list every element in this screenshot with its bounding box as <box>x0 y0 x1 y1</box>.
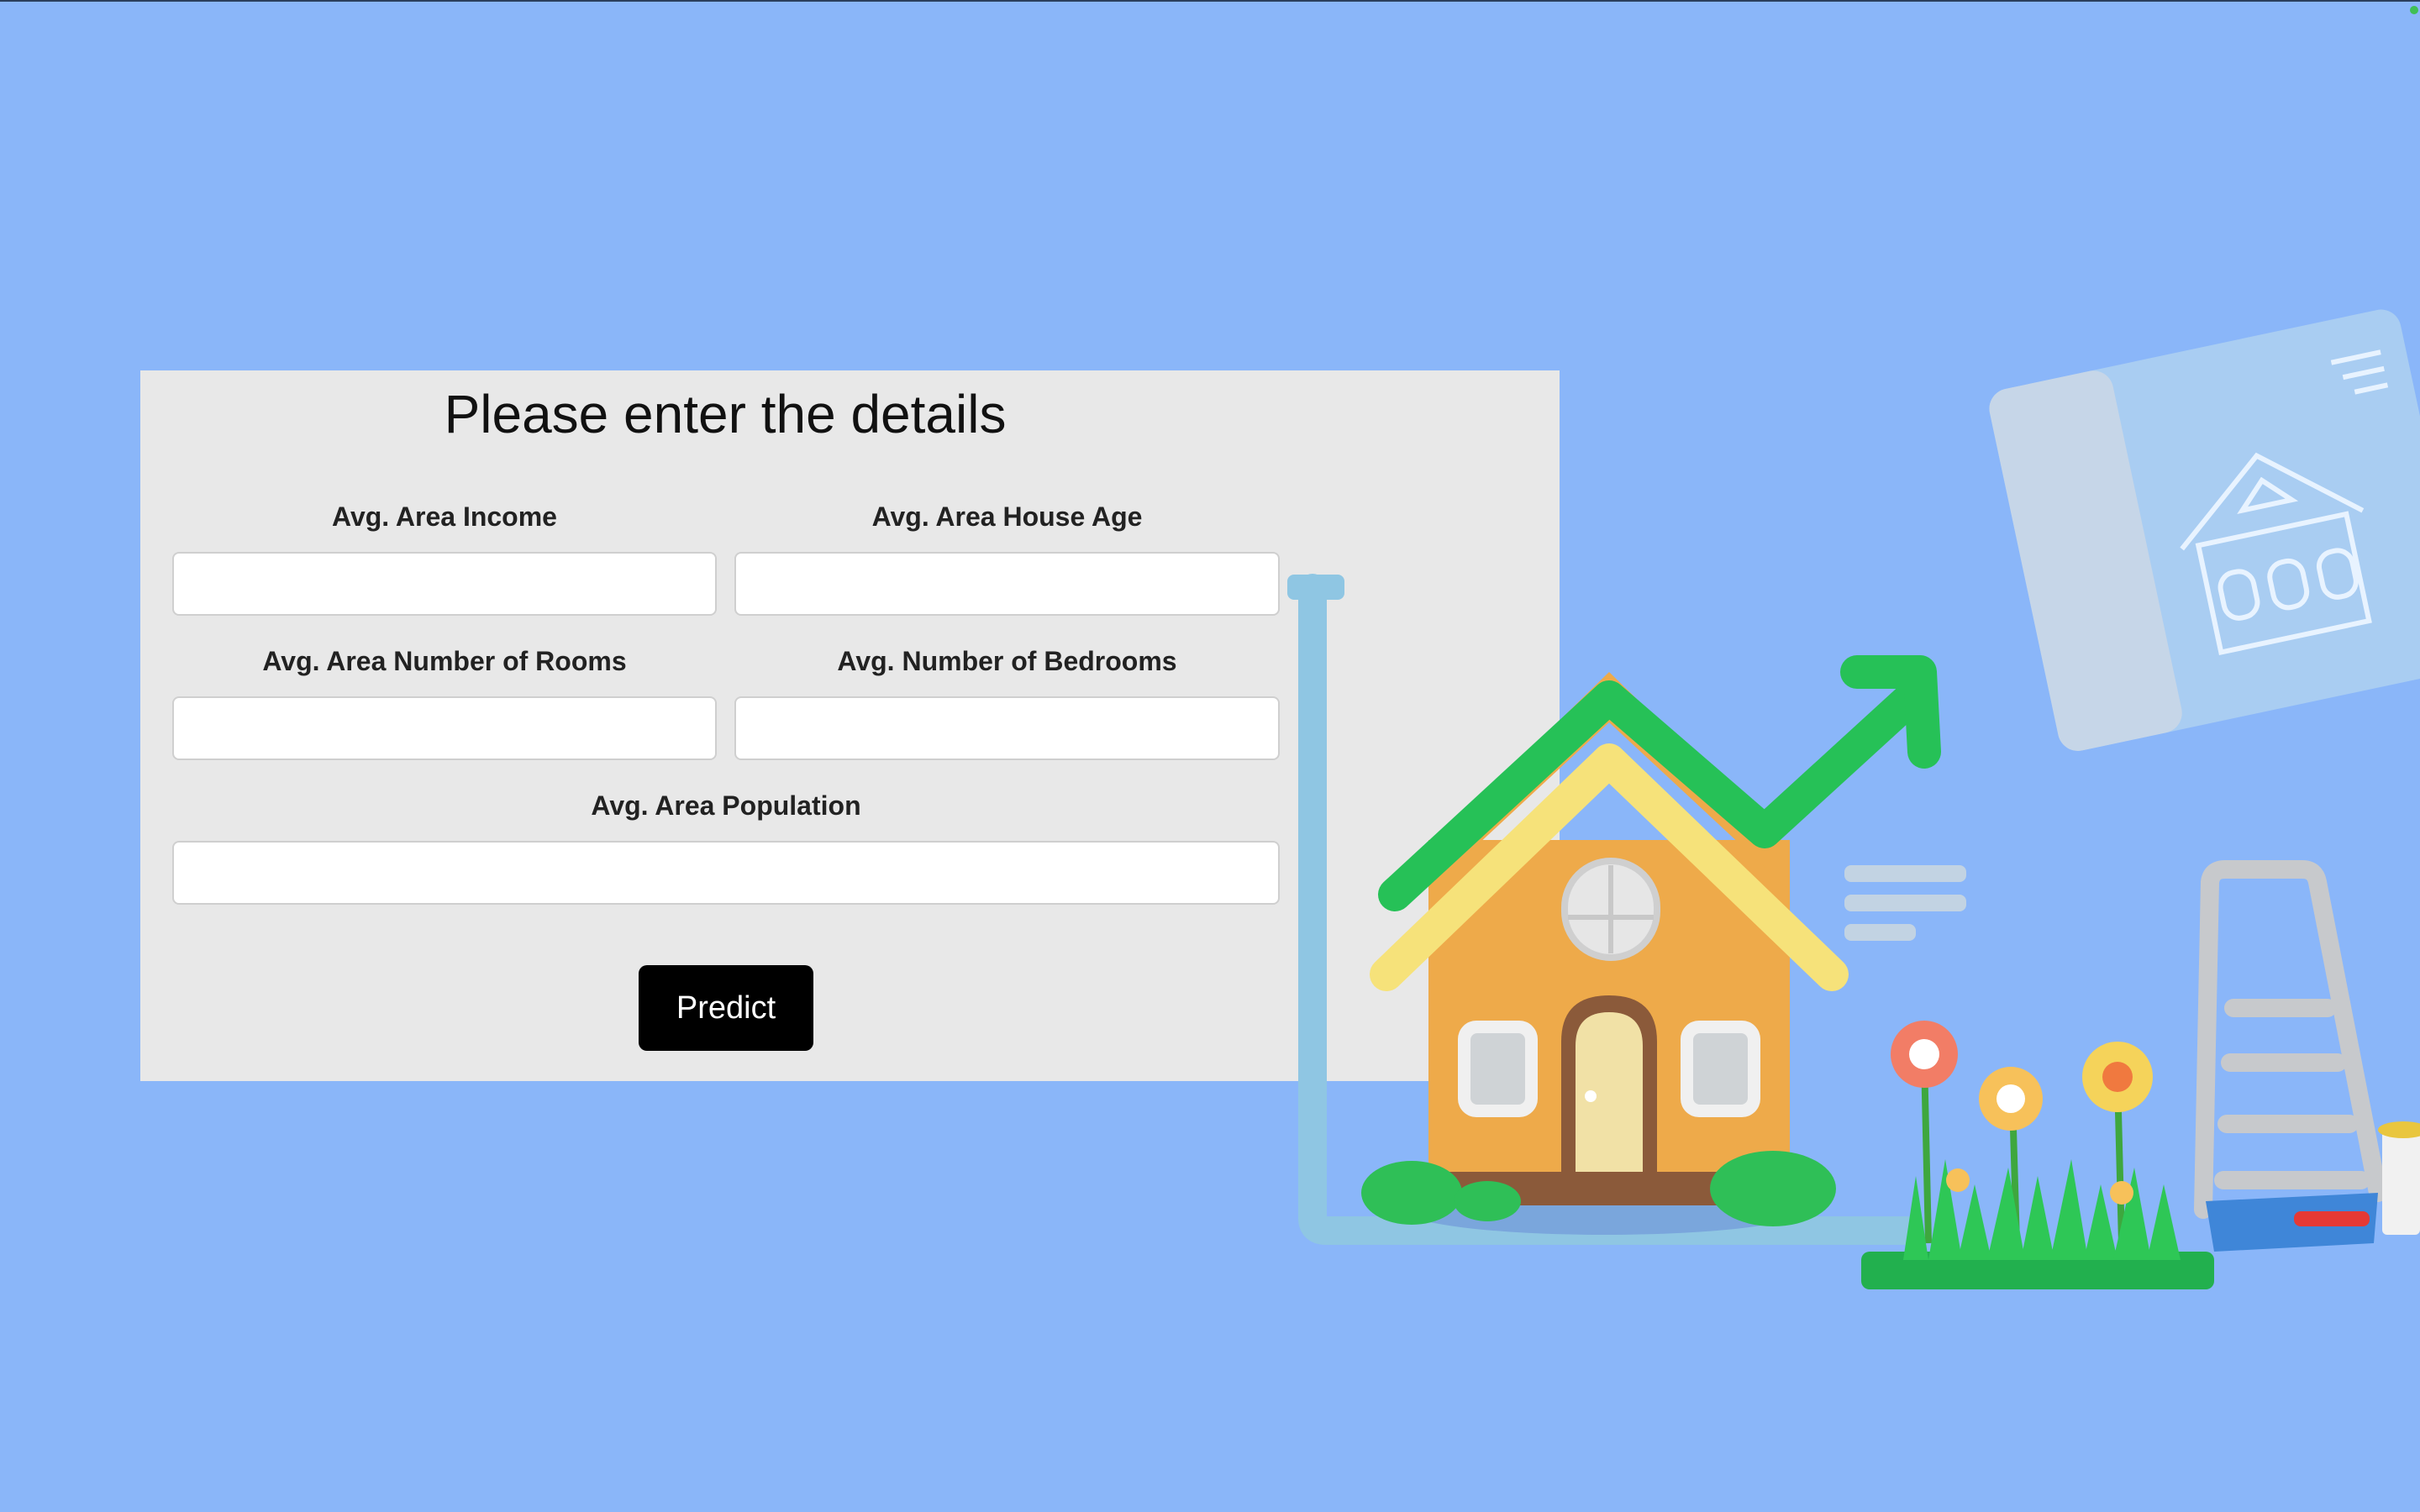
house-growth-illustration <box>1287 309 2420 1289</box>
text-lines-decoration <box>1844 865 1966 941</box>
flowers-illustration <box>1861 1021 2214 1289</box>
blueprint-illustration <box>1989 309 2420 751</box>
house-illustration <box>1361 672 1849 1235</box>
ladder-illustration <box>2194 860 2387 1219</box>
